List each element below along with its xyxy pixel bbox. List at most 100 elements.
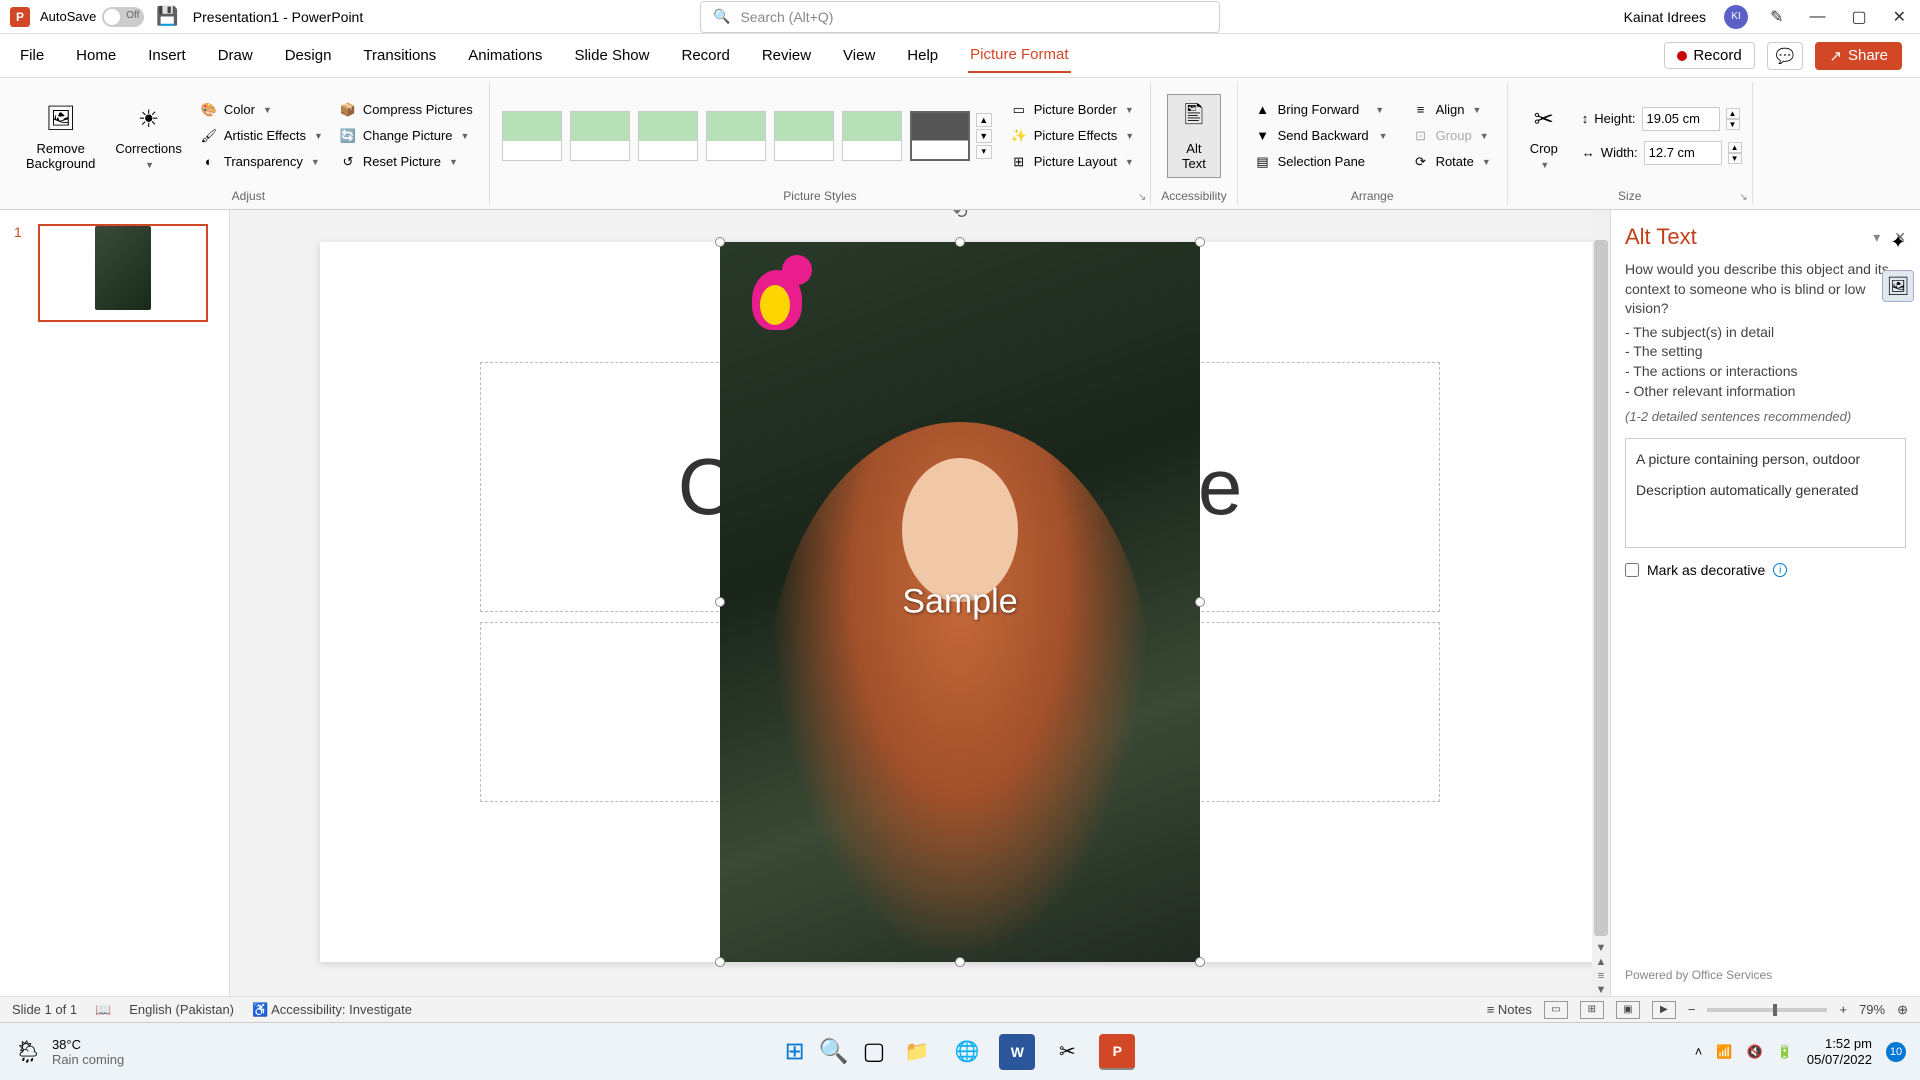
tab-design[interactable]: Design — [283, 39, 334, 72]
next-slide-icon[interactable]: ▼ — [1596, 984, 1607, 996]
transparency-button[interactable]: ◐Transparency▼ — [194, 150, 329, 174]
prev-slide-icon[interactable]: ▲ — [1596, 956, 1607, 968]
scrollbar-thumb[interactable] — [1594, 240, 1608, 936]
info-icon[interactable]: i — [1773, 563, 1787, 577]
gallery-down-button[interactable]: ▼ — [976, 129, 992, 143]
weather-icon[interactable]: 🌦 — [14, 1039, 42, 1065]
send-backward-button[interactable]: ▼Send Backward ▼ — [1248, 124, 1394, 148]
designer-rail-button[interactable]: ✦ — [1882, 226, 1914, 258]
bring-forward-button[interactable]: ▲Bring Forward ▼ — [1248, 98, 1394, 122]
picture-style-4[interactable] — [706, 111, 766, 161]
normal-view-button[interactable]: ▭ — [1544, 1001, 1568, 1019]
scroll-down-icon[interactable]: ▼ — [1596, 942, 1607, 954]
tab-help[interactable]: Help — [905, 39, 940, 72]
task-view-button[interactable]: ▢ — [863, 1037, 886, 1066]
picture-border-button[interactable]: ▭Picture Border▼ — [1004, 98, 1141, 122]
align-button[interactable]: ≡Align▼ — [1406, 98, 1497, 122]
resize-handle-w[interactable] — [715, 597, 725, 607]
tray-expand-icon[interactable]: ˄ — [1695, 1044, 1703, 1059]
rotate-button[interactable]: ⟳Rotate▼ — [1406, 150, 1497, 174]
language-status[interactable]: English (Pakistan) — [129, 1002, 234, 1017]
vertical-scrollbar[interactable]: ▼ ▲ ≡ ▼ — [1592, 210, 1610, 996]
save-icon[interactable]: 💾 — [156, 6, 178, 27]
height-down[interactable]: ▼ — [1726, 119, 1740, 130]
comments-button[interactable]: 💬 — [1767, 42, 1804, 70]
splitter-icon[interactable]: ≡ — [1598, 970, 1604, 982]
resize-handle-nw[interactable] — [715, 237, 725, 247]
alt-text-rail-button[interactable]: 🖼 — [1882, 270, 1914, 302]
width-down[interactable]: ▼ — [1728, 153, 1742, 164]
selection-pane-button[interactable]: ▤Selection Pane — [1248, 150, 1394, 174]
zoom-slider[interactable] — [1707, 1008, 1827, 1012]
accessibility-status[interactable]: ♿ Accessibility: Investigate — [252, 1002, 412, 1018]
coming-soon-icon[interactable]: ✎ — [1766, 3, 1787, 31]
zoom-out-button[interactable]: − — [1688, 1002, 1696, 1017]
tab-record[interactable]: Record — [679, 39, 731, 72]
reset-picture-button[interactable]: ↺Reset Picture▼ — [333, 150, 479, 174]
share-button[interactable]: ↗ Share — [1815, 42, 1902, 70]
picture-style-5[interactable] — [774, 111, 834, 161]
search-input[interactable]: 🔍 Search (Alt+Q) — [700, 1, 1220, 33]
autosave-toggle[interactable]: Off — [102, 7, 144, 27]
rotate-handle[interactable]: ⟲ — [952, 210, 967, 223]
close-button[interactable]: ✕ — [1889, 3, 1910, 31]
tab-review[interactable]: Review — [760, 39, 813, 72]
resize-handle-n[interactable] — [955, 237, 965, 247]
alt-text-textarea[interactable]: A picture containing person, outdoor Des… — [1625, 438, 1906, 548]
tab-slideshow[interactable]: Slide Show — [572, 39, 651, 72]
picture-styles-dialog-launcher[interactable]: ↘ — [1138, 192, 1146, 203]
fit-to-window-button[interactable]: ⊕ — [1897, 1002, 1908, 1018]
tab-picture-format[interactable]: Picture Format — [968, 38, 1070, 73]
picture-style-1[interactable] — [502, 111, 562, 161]
minimize-button[interactable]: — — [1805, 4, 1829, 30]
width-input[interactable] — [1644, 141, 1722, 165]
tab-draw[interactable]: Draw — [216, 39, 255, 72]
taskbar-search-button[interactable]: 🔍 — [819, 1037, 849, 1066]
user-avatar[interactable]: KI — [1724, 5, 1748, 29]
artistic-effects-button[interactable]: 🖌Artistic Effects▼ — [194, 124, 329, 148]
picture-style-6[interactable] — [842, 111, 902, 161]
slide-thumbnail-1[interactable] — [38, 224, 208, 322]
wifi-icon[interactable]: 📶 — [1716, 1044, 1732, 1060]
picture-style-2[interactable] — [570, 111, 630, 161]
resize-handle-s[interactable] — [955, 957, 965, 967]
restore-button[interactable]: ▢ — [1847, 3, 1870, 31]
zoom-level[interactable]: 79% — [1859, 1002, 1885, 1017]
volume-icon[interactable]: 🔇 — [1747, 1044, 1763, 1060]
slide-thumbnail-panel[interactable]: 1 — [0, 210, 230, 996]
reading-view-button[interactable]: ▣ — [1616, 1001, 1640, 1019]
change-picture-button[interactable]: 🔄Change Picture▼ — [333, 124, 479, 148]
picture-effects-button[interactable]: ✨Picture Effects▼ — [1004, 124, 1141, 148]
slideshow-view-button[interactable]: ▶ — [1652, 1001, 1676, 1019]
crop-button[interactable]: ✂ Crop ▼ — [1518, 95, 1570, 176]
notes-button[interactable]: ≡ Notes — [1487, 1002, 1532, 1017]
spell-check-icon[interactable]: 📖 — [95, 1002, 111, 1018]
picture-layout-button[interactable]: ⊞Picture Layout▼ — [1004, 150, 1141, 174]
group-button[interactable]: ⊡Group▼ — [1406, 124, 1497, 148]
word-taskbar[interactable]: W — [999, 1034, 1035, 1070]
height-up[interactable]: ▲ — [1726, 108, 1740, 119]
gallery-more-button[interactable]: ▾ — [976, 145, 992, 159]
tab-insert[interactable]: Insert — [146, 39, 188, 72]
tab-view[interactable]: View — [841, 39, 877, 72]
slide-sorter-view-button[interactable]: ⊞ — [1580, 1001, 1604, 1019]
slide-counter[interactable]: Slide 1 of 1 — [12, 1002, 77, 1017]
snip-taskbar[interactable]: ✂ — [1049, 1034, 1085, 1070]
slide-canvas[interactable]: C lick to add titl e ⟲ Sample — [320, 242, 1600, 962]
powerpoint-taskbar[interactable]: P — [1099, 1034, 1135, 1070]
clock[interactable]: 1:52 pm 05/07/2022 — [1807, 1036, 1872, 1067]
file-explorer-taskbar[interactable]: 📁 — [899, 1034, 935, 1070]
size-dialog-launcher[interactable]: ↘ — [1739, 192, 1747, 203]
resize-handle-sw[interactable] — [715, 957, 725, 967]
chrome-taskbar[interactable]: 🌐 — [949, 1034, 985, 1070]
resize-handle-e[interactable] — [1195, 597, 1205, 607]
tab-home[interactable]: Home — [74, 39, 118, 72]
start-button[interactable]: ⊞ — [785, 1037, 805, 1066]
gallery-up-button[interactable]: ▲ — [976, 113, 992, 127]
user-name[interactable]: Kainat Idrees — [1624, 9, 1707, 25]
tab-file[interactable]: File — [18, 39, 46, 72]
resize-handle-ne[interactable] — [1195, 237, 1205, 247]
tab-transitions[interactable]: Transitions — [361, 39, 438, 72]
tab-animations[interactable]: Animations — [466, 39, 544, 72]
width-up[interactable]: ▲ — [1728, 142, 1742, 153]
